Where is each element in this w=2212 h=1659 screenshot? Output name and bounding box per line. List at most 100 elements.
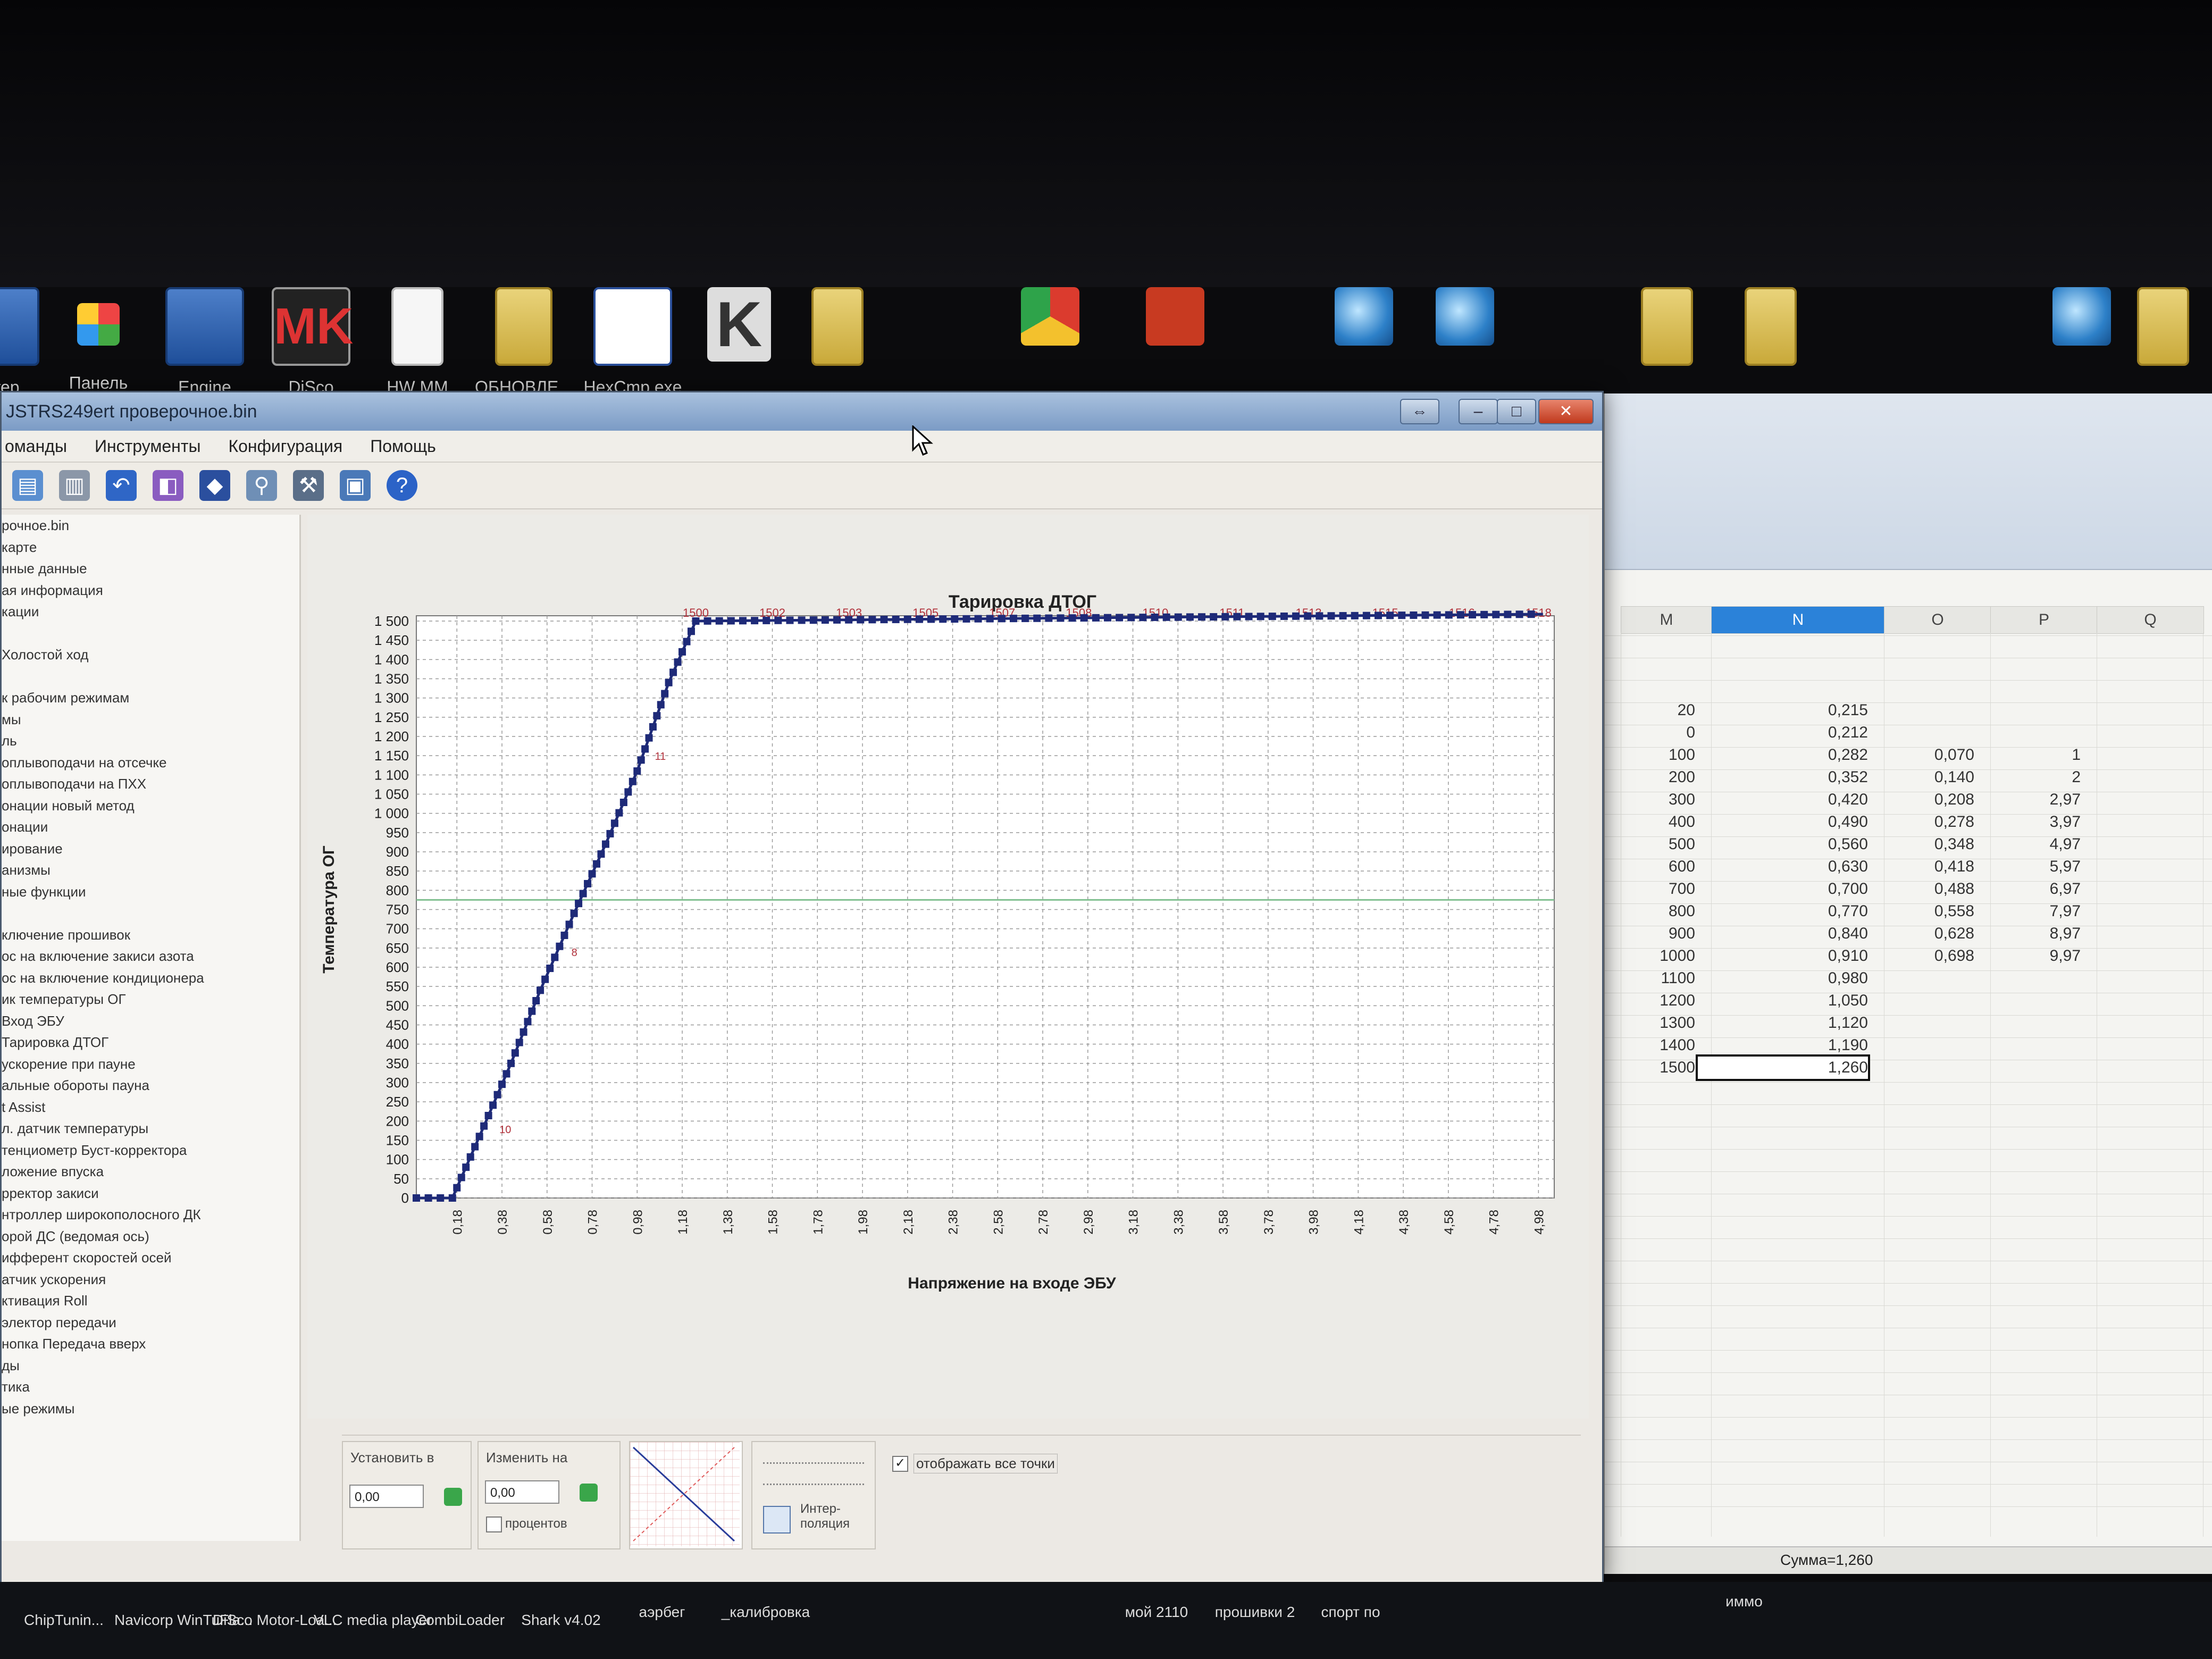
menu-tools[interactable]: Инструменты	[91, 437, 204, 456]
taskbar-item[interactable]: CombiLoader	[412, 1611, 508, 1629]
table-cell[interactable]: 0,208	[1879, 789, 1974, 811]
tree-item[interactable]: ключение прошивок	[2, 924, 299, 946]
percent-checkbox[interactable]	[486, 1516, 502, 1532]
table-cell[interactable]: 0,910	[1772, 945, 1868, 967]
taskbar-item[interactable]: VLC media player	[314, 1611, 432, 1629]
table-cell[interactable]: 1400	[1599, 1034, 1695, 1057]
table-cell[interactable]: 0,628	[1879, 923, 1974, 945]
table-cell[interactable]: 800	[1599, 900, 1695, 923]
table-cell[interactable]: 0,278	[1879, 811, 1974, 833]
desktop-icon-folder-d[interactable]	[2114, 287, 2212, 366]
tree-item[interactable]: альные обороты пауна	[2, 1075, 299, 1096]
desktop-icon-chrome[interactable]	[986, 287, 1114, 346]
column-header-m[interactable]: M	[1621, 606, 1712, 634]
table-cell[interactable]: 0,282	[1772, 744, 1868, 766]
table-cell[interactable]: 1300	[1599, 1012, 1695, 1034]
table-cell[interactable]: 0,980	[1772, 967, 1868, 990]
apply-set-button[interactable]	[444, 1488, 462, 1506]
table-cell[interactable]: 1,260	[1696, 1054, 1870, 1081]
tree-item[interactable]: нные данные	[2, 558, 299, 580]
taskbar-item[interactable]: мой 2110	[1117, 1603, 1196, 1621]
desktop-icon-folder-a[interactable]	[774, 287, 901, 366]
table-cell[interactable]: 0,630	[1772, 856, 1868, 878]
tree-item[interactable]: ды	[2, 1355, 299, 1377]
slider-bottom[interactable]	[763, 1474, 864, 1485]
table-cell[interactable]: 0,215	[1772, 699, 1868, 722]
table-cell[interactable]: 0,140	[1879, 766, 1974, 789]
table-cell[interactable]: 0,560	[1772, 833, 1868, 856]
table-cell[interactable]: 600	[1599, 856, 1695, 878]
table-cell[interactable]: 5,97	[1985, 856, 2081, 878]
tree-item[interactable]	[2, 623, 299, 644]
column-header-q[interactable]: Q	[2097, 606, 2204, 634]
menu-help[interactable]: Помощь	[367, 437, 439, 456]
table-cell[interactable]: 0,488	[1879, 878, 1974, 900]
tree-item[interactable]: Холостой ход	[2, 644, 299, 666]
desktop-icon-update-folder[interactable]: ОБНОВЛЕ...	[460, 287, 588, 397]
tree-item[interactable]: карте	[2, 537, 299, 558]
table-cell[interactable]: 900	[1599, 923, 1695, 945]
paste-icon[interactable]: ▥	[59, 470, 90, 501]
table-cell[interactable]: 0,418	[1879, 856, 1974, 878]
table-cell[interactable]: 0,840	[1772, 923, 1868, 945]
tree-item[interactable]: нопка Передача вверх	[2, 1333, 299, 1355]
tree-item[interactable]: ые режимы	[2, 1398, 299, 1420]
table-cell[interactable]: 400	[1599, 811, 1695, 833]
table-cell[interactable]: 500	[1599, 833, 1695, 856]
change-value-input[interactable]: 0,00	[485, 1480, 559, 1504]
tree-item[interactable]: Вход ЭБУ	[2, 1010, 299, 1032]
tree-item[interactable]: ик температуры ОГ	[2, 988, 299, 1010]
taskbar-item[interactable]: аэрбег	[630, 1603, 694, 1621]
close-button[interactable]: ✕	[1538, 399, 1594, 424]
tree-item[interactable]: орой ДС (ведомая ось)	[2, 1226, 299, 1247]
table-cell[interactable]: 1000	[1599, 945, 1695, 967]
apply-change-button[interactable]	[580, 1484, 598, 1502]
table-cell[interactable]: 0,558	[1879, 900, 1974, 923]
table-cell[interactable]: 200	[1599, 766, 1695, 789]
tree-item[interactable]: анизмы	[2, 859, 299, 881]
tree-item[interactable]: рректор закиси	[2, 1183, 299, 1204]
taskbar-item[interactable]: прошивки 2	[1212, 1603, 1297, 1621]
table-cell[interactable]: 1,120	[1772, 1012, 1868, 1034]
set-value-input[interactable]: 0,00	[349, 1485, 424, 1508]
column-header-p[interactable]: P	[1990, 606, 2098, 634]
table-cell[interactable]: 1100	[1599, 967, 1695, 990]
table-cell[interactable]: 300	[1599, 789, 1695, 811]
tree-item[interactable]: ая информация	[2, 580, 299, 601]
tree-item[interactable]: рочное.bin	[2, 515, 299, 537]
tree-item[interactable]: нтроллер широкополосного ДК	[2, 1204, 299, 1226]
desktop-icon-globe-b[interactable]	[1401, 287, 1529, 346]
menu-configuration[interactable]: Конфигурация	[225, 437, 346, 456]
restore-button[interactable]: ⇔	[1400, 399, 1439, 424]
menu-commands[interactable]: оманды	[2, 437, 70, 456]
table-cell[interactable]: 2,97	[1985, 789, 2081, 811]
tree-item[interactable]: электор передачи	[2, 1312, 299, 1334]
table-cell[interactable]: 9,97	[1985, 945, 2081, 967]
tree-item[interactable]: оплывоподачи на отсечке	[2, 752, 299, 774]
table-cell[interactable]: 0,070	[1879, 744, 1974, 766]
maximize-button[interactable]: □	[1497, 399, 1536, 424]
table-cell[interactable]: 0,490	[1772, 811, 1868, 833]
tree-item[interactable]: тика	[2, 1376, 299, 1398]
interpolate-button[interactable]	[763, 1506, 791, 1534]
chart-tool-icon[interactable]: ◧	[153, 470, 183, 501]
monitor-icon[interactable]: ▣	[340, 470, 371, 501]
table-cell[interactable]: 0,420	[1772, 789, 1868, 811]
slider-top[interactable]	[763, 1453, 864, 1464]
copy-icon[interactable]: ▤	[12, 470, 43, 501]
undo-icon[interactable]: ↶	[106, 470, 137, 501]
taskbar-item[interactable]: DiSco Motor-Loa...	[213, 1611, 337, 1629]
table-cell[interactable]: 2	[1985, 766, 2081, 789]
tree-item[interactable]: к рабочим режимам	[2, 687, 299, 709]
tree-item[interactable]: ирование	[2, 838, 299, 860]
tree-item[interactable]	[2, 902, 299, 924]
tools-icon[interactable]: ⚒	[293, 470, 324, 501]
table-cell[interactable]: 0,348	[1879, 833, 1974, 856]
tree-item[interactable]: л. датчик температуры	[2, 1118, 299, 1139]
column-header-n[interactable]: N	[1711, 606, 1885, 634]
tree-item[interactable]: ктивация Roll	[2, 1290, 299, 1312]
tree-item[interactable]: ускорение при пауне	[2, 1053, 299, 1075]
tree-item[interactable]: онации	[2, 816, 299, 838]
table-cell[interactable]: 6,97	[1985, 878, 2081, 900]
table-cell[interactable]: 4,97	[1985, 833, 2081, 856]
